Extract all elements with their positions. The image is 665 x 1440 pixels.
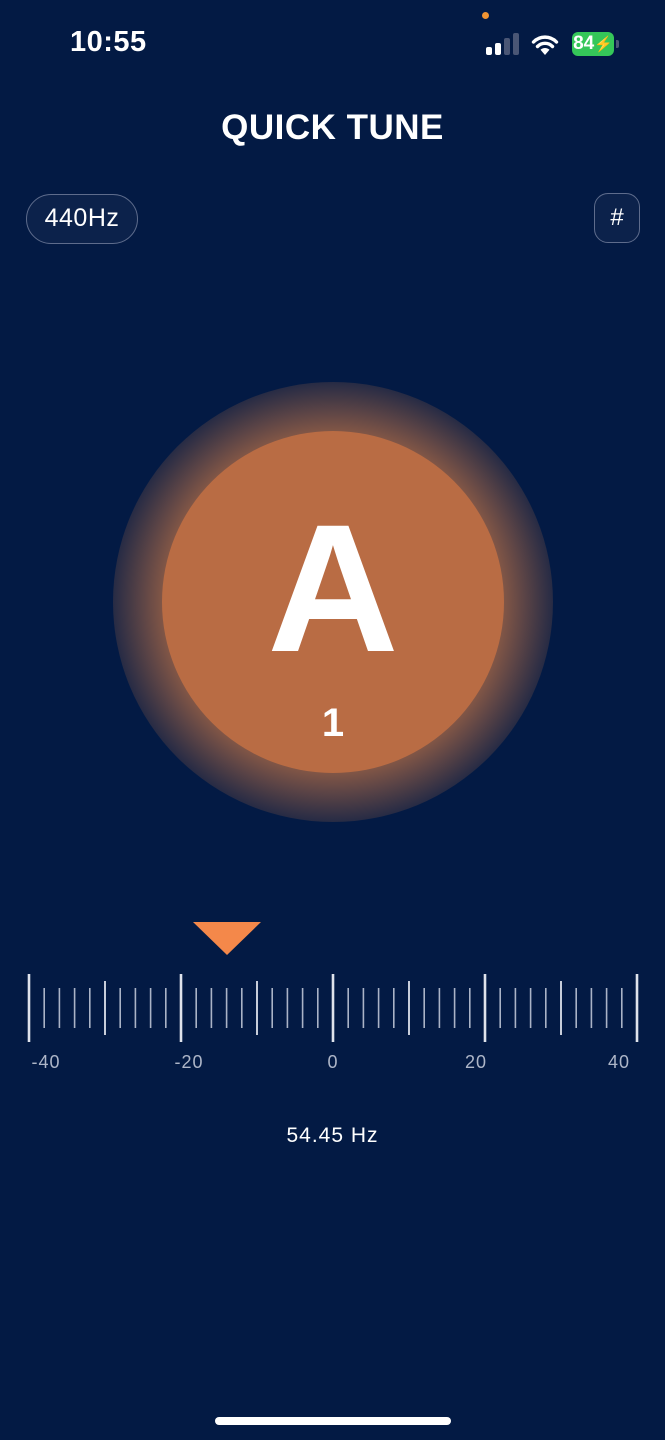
detected-frequency: 54.45 Hz bbox=[286, 1124, 379, 1147]
scale-label: -40 bbox=[31, 1052, 61, 1072]
charging-bolt-icon: ⚡ bbox=[594, 36, 613, 53]
pointer-triangle-icon bbox=[192, 922, 261, 955]
privacy-indicator-dot bbox=[482, 12, 489, 19]
accidental-toggle-button[interactable]: # bbox=[594, 193, 640, 243]
scale-label: -20 bbox=[174, 1052, 204, 1072]
battery-level: 84 bbox=[573, 33, 595, 54]
reference-pitch-button[interactable]: 440Hz bbox=[26, 194, 138, 244]
page-title: QUICK TUNE bbox=[221, 108, 444, 147]
home-indicator[interactable] bbox=[215, 1417, 451, 1425]
note-octave: 1 bbox=[321, 701, 345, 745]
scale-label: 40 bbox=[607, 1052, 631, 1072]
cellular-signal-icon bbox=[486, 33, 520, 55]
battery-icon: 84⚡ bbox=[572, 32, 614, 56]
note-name: A bbox=[267, 486, 399, 690]
scale-label: 0 bbox=[327, 1052, 339, 1072]
cents-scale bbox=[27, 974, 639, 1042]
note-circle: A 1 bbox=[162, 431, 504, 773]
scale-label: 20 bbox=[464, 1052, 488, 1072]
status-time: 10:55 bbox=[70, 26, 147, 58]
wifi-icon bbox=[531, 35, 559, 55]
battery-tip bbox=[616, 40, 619, 48]
